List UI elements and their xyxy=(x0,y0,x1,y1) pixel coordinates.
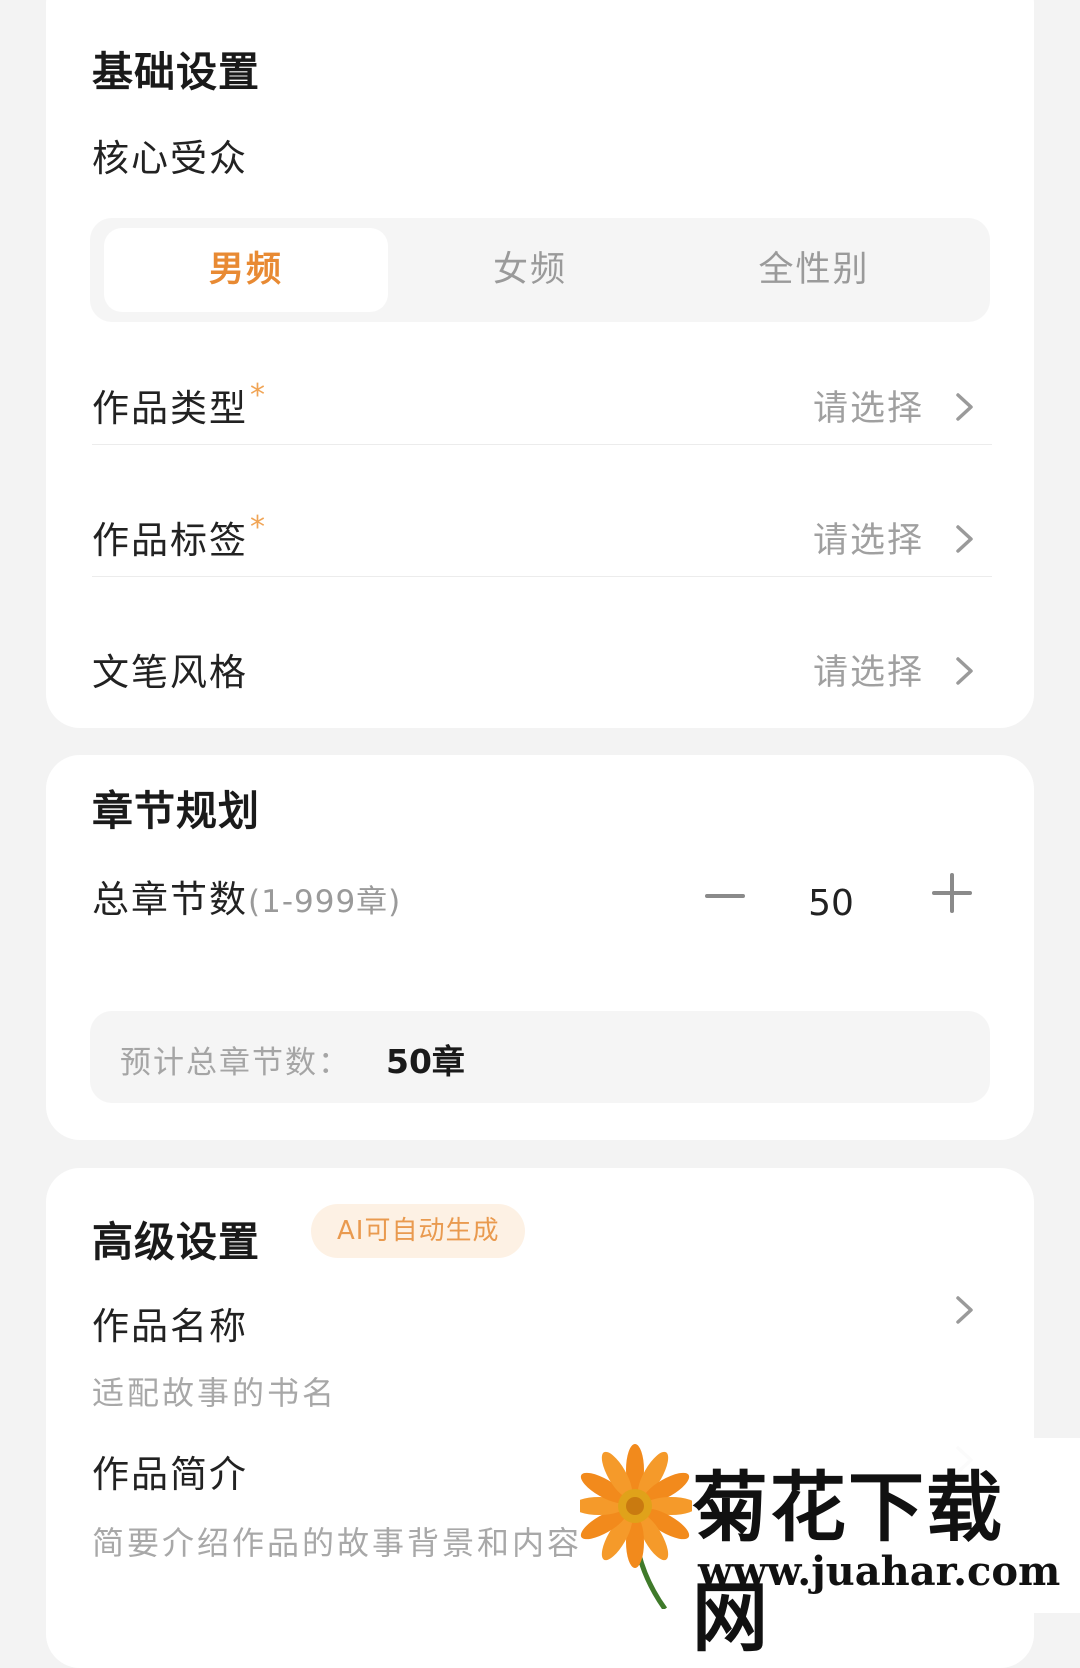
watermark: 菊花下载网 www.juahar.com xyxy=(580,1438,1080,1662)
writing-style-value: 请选择 xyxy=(812,653,924,693)
chevron-right-icon[interactable] xyxy=(944,1290,984,1330)
flower-logo-icon xyxy=(580,1444,692,1609)
audience-label: 核心受众 xyxy=(92,137,248,180)
estimate-box: 预计总章节数： 50章 xyxy=(90,1011,990,1103)
plus-icon[interactable] xyxy=(930,871,974,915)
required-mark: * xyxy=(250,510,267,545)
ai-badge: AI可自动生成 xyxy=(311,1204,526,1258)
writing-style-row[interactable]: 文笔风格 请选择 xyxy=(46,604,1034,738)
advanced-settings-title: 高级设置 xyxy=(92,1218,260,1266)
work-type-value: 请选择 xyxy=(812,389,924,429)
divider xyxy=(92,576,992,577)
estimate-label: 预计总章节数： xyxy=(120,1045,351,1081)
minus-icon[interactable] xyxy=(704,875,746,917)
work-intro-label[interactable]: 作品简介 xyxy=(92,1444,248,1498)
work-tags-row[interactable]: 作品标签* 请选择 xyxy=(46,472,1034,606)
chapter-count-value[interactable]: 50 xyxy=(756,883,906,924)
chevron-right-icon xyxy=(956,525,973,553)
required-mark: * xyxy=(250,378,267,413)
work-name-label[interactable]: 作品名称 xyxy=(92,1296,248,1350)
work-tags-value: 请选择 xyxy=(812,521,924,561)
writing-style-label: 文笔风格 xyxy=(92,651,248,694)
audience-option-male[interactable]: 男频 xyxy=(104,228,388,312)
work-type-label: 作品类型* xyxy=(92,378,267,430)
chapter-planning-card: 章节规划 总章节数(1-999章) 50 预计总章节数： 50章 xyxy=(46,755,1034,1140)
work-name-hint: 适配故事的书名 xyxy=(92,1374,338,1412)
divider xyxy=(92,444,992,445)
chevron-right-icon xyxy=(956,393,973,421)
chapter-range: (1-999章) xyxy=(248,884,402,920)
chevron-right-icon xyxy=(956,657,973,685)
estimate-value: 50章 xyxy=(386,1042,465,1081)
audience-segmented-control: 男频 女频 全性别 xyxy=(90,218,990,322)
basic-settings-card: 基础设置 核心受众 男频 女频 全性别 作品类型* 请选择 作品标签* 请选择 … xyxy=(46,0,1034,728)
work-type-row[interactable]: 作品类型* 请选择 xyxy=(46,340,1034,474)
basic-settings-title: 基础设置 xyxy=(92,48,260,96)
work-tags-label: 作品标签* xyxy=(92,510,267,562)
chapter-planning-title: 章节规划 xyxy=(92,787,260,835)
audience-option-female[interactable]: 女频 xyxy=(388,228,672,312)
watermark-url: www.juahar.com xyxy=(698,1548,1061,1595)
total-chapters-label: 总章节数(1-999章) xyxy=(92,878,402,921)
work-intro-hint: 简要介绍作品的故事背景和内容 xyxy=(92,1524,583,1562)
audience-option-all[interactable]: 全性别 xyxy=(672,228,956,312)
